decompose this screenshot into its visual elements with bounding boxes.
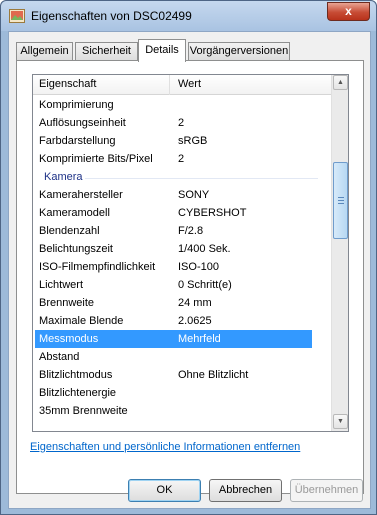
list-item[interactable]: Auflösungseinheit 2 xyxy=(33,114,331,132)
image-file-icon xyxy=(9,9,25,23)
group-header-kamera: Kamera xyxy=(33,168,331,186)
group-divider xyxy=(85,178,318,179)
property-name: ISO-Filmempfindlichkeit xyxy=(39,261,156,273)
list-header: Eigenschaft Wert xyxy=(33,75,331,95)
cancel-button[interactable]: Abbrechen xyxy=(209,479,282,502)
column-header-value[interactable]: Wert xyxy=(178,78,201,90)
grip-line xyxy=(338,197,344,198)
property-name: Blitzlichtmodus xyxy=(39,369,113,381)
details-panel: Eigenschaft Wert Komprimierung Auflösung… xyxy=(16,60,364,494)
list-item[interactable]: Brennweite 24 mm xyxy=(33,294,331,312)
property-name: Kameramodell xyxy=(39,207,110,219)
property-name: Abstand xyxy=(39,351,80,363)
property-name: Blendenzahl xyxy=(39,225,100,237)
property-value: 2 xyxy=(178,153,185,165)
grip-line xyxy=(338,203,344,204)
list-item[interactable]: Komprimierte Bits/Pixel 2 xyxy=(33,150,331,168)
list-item[interactable]: Farbdarstellung sRGB xyxy=(33,132,331,150)
property-value: Ohne Blitzlicht xyxy=(178,369,249,381)
chevron-down-icon: ▼ xyxy=(337,418,344,425)
property-value: 1/400 Sek. xyxy=(178,243,231,255)
column-header-property[interactable]: Eigenschaft xyxy=(39,78,96,90)
list-item[interactable]: Maximale Blende 2.0625 xyxy=(33,312,331,330)
grip-line xyxy=(338,200,344,201)
list-item[interactable]: Blitzlichtenergie xyxy=(33,384,331,402)
property-value: F/2.8 xyxy=(178,225,204,237)
tab-sicherheit[interactable]: Sicherheit xyxy=(75,42,138,61)
close-icon: x xyxy=(345,4,352,18)
property-name: Kamerahersteller xyxy=(39,189,123,201)
chevron-up-icon: ▲ xyxy=(337,79,344,86)
property-value: 0 Schritt(e) xyxy=(178,279,232,291)
property-value: Mehrfeld xyxy=(178,333,221,345)
property-value: 2 xyxy=(178,117,185,129)
list-item[interactable]: Kameramodell CYBERSHOT xyxy=(33,204,331,222)
dialog-client: Allgemein Sicherheit Details Vorgängerve… xyxy=(8,31,371,509)
property-name: Messmodus xyxy=(39,333,99,345)
property-name: Farbdarstellung xyxy=(39,135,116,147)
property-value: SONY xyxy=(178,189,210,201)
property-name: Blitzlichtenergie xyxy=(39,387,117,399)
vertical-scrollbar[interactable]: ▲ ▼ xyxy=(331,75,348,431)
property-name: 35mm Brennweite xyxy=(39,405,128,417)
property-name: Komprimierung xyxy=(39,99,114,111)
property-list[interactable]: Eigenschaft Wert Komprimierung Auflösung… xyxy=(32,74,349,432)
list-item[interactable]: Blitzlichtmodus Ohne Blitzlicht xyxy=(33,366,331,384)
ok-button[interactable]: OK xyxy=(128,479,201,502)
list-item[interactable]: 35mm Brennweite xyxy=(33,402,331,420)
property-value: 24 mm xyxy=(178,297,212,309)
property-rows: Komprimierung Auflösungseinheit 2 Farbdar… xyxy=(33,96,331,420)
property-name: Brennweite xyxy=(39,297,95,309)
property-value: CYBERSHOT xyxy=(178,207,247,219)
title-bar[interactable]: Eigenschaften von DSC02499 x xyxy=(1,1,376,31)
property-name: Belichtungszeit xyxy=(39,243,113,255)
property-name: Auflösungseinheit xyxy=(39,117,126,129)
list-item[interactable]: Abstand xyxy=(33,348,331,366)
list-item[interactable]: Belichtungszeit 1/400 Sek. xyxy=(33,240,331,258)
property-value: ISO-100 xyxy=(178,261,219,273)
list-item[interactable]: Blendenzahl F/2.8 xyxy=(33,222,331,240)
scrollbar-thumb[interactable] xyxy=(333,162,348,239)
property-value: 2.0625 xyxy=(178,315,212,327)
column-separator[interactable] xyxy=(169,75,170,95)
remove-properties-link[interactable]: Eigenschaften und persönliche Informatio… xyxy=(30,441,300,453)
properties-window: Eigenschaften von DSC02499 x Allgemein S… xyxy=(0,0,377,515)
list-item[interactable]: Kamerahersteller SONY xyxy=(33,186,331,204)
window-title: Eigenschaften von DSC02499 xyxy=(31,9,192,23)
property-name: Komprimierte Bits/Pixel xyxy=(39,153,153,165)
group-label: Kamera xyxy=(44,171,83,183)
tab-allgemein[interactable]: Allgemein xyxy=(16,42,73,61)
property-value: sRGB xyxy=(178,135,208,147)
tab-vorgaengerversionen[interactable]: Vorgängerversionen xyxy=(188,42,290,61)
scroll-up-button[interactable]: ▲ xyxy=(333,75,348,90)
close-button[interactable]: x xyxy=(327,2,370,21)
list-item[interactable]: Lichtwert 0 Schritt(e) xyxy=(33,276,331,294)
apply-button[interactable]: Übernehmen xyxy=(290,479,363,502)
list-item[interactable]: Komprimierung xyxy=(33,96,331,114)
property-name: Maximale Blende xyxy=(39,315,124,327)
property-name: Lichtwert xyxy=(39,279,84,291)
scroll-down-button[interactable]: ▼ xyxy=(333,414,348,429)
list-item[interactable]: ISO-Filmempfindlichkeit ISO-100 xyxy=(33,258,331,276)
list-item-selected[interactable]: Messmodus Mehrfeld xyxy=(35,330,312,348)
tab-details[interactable]: Details xyxy=(138,39,186,62)
